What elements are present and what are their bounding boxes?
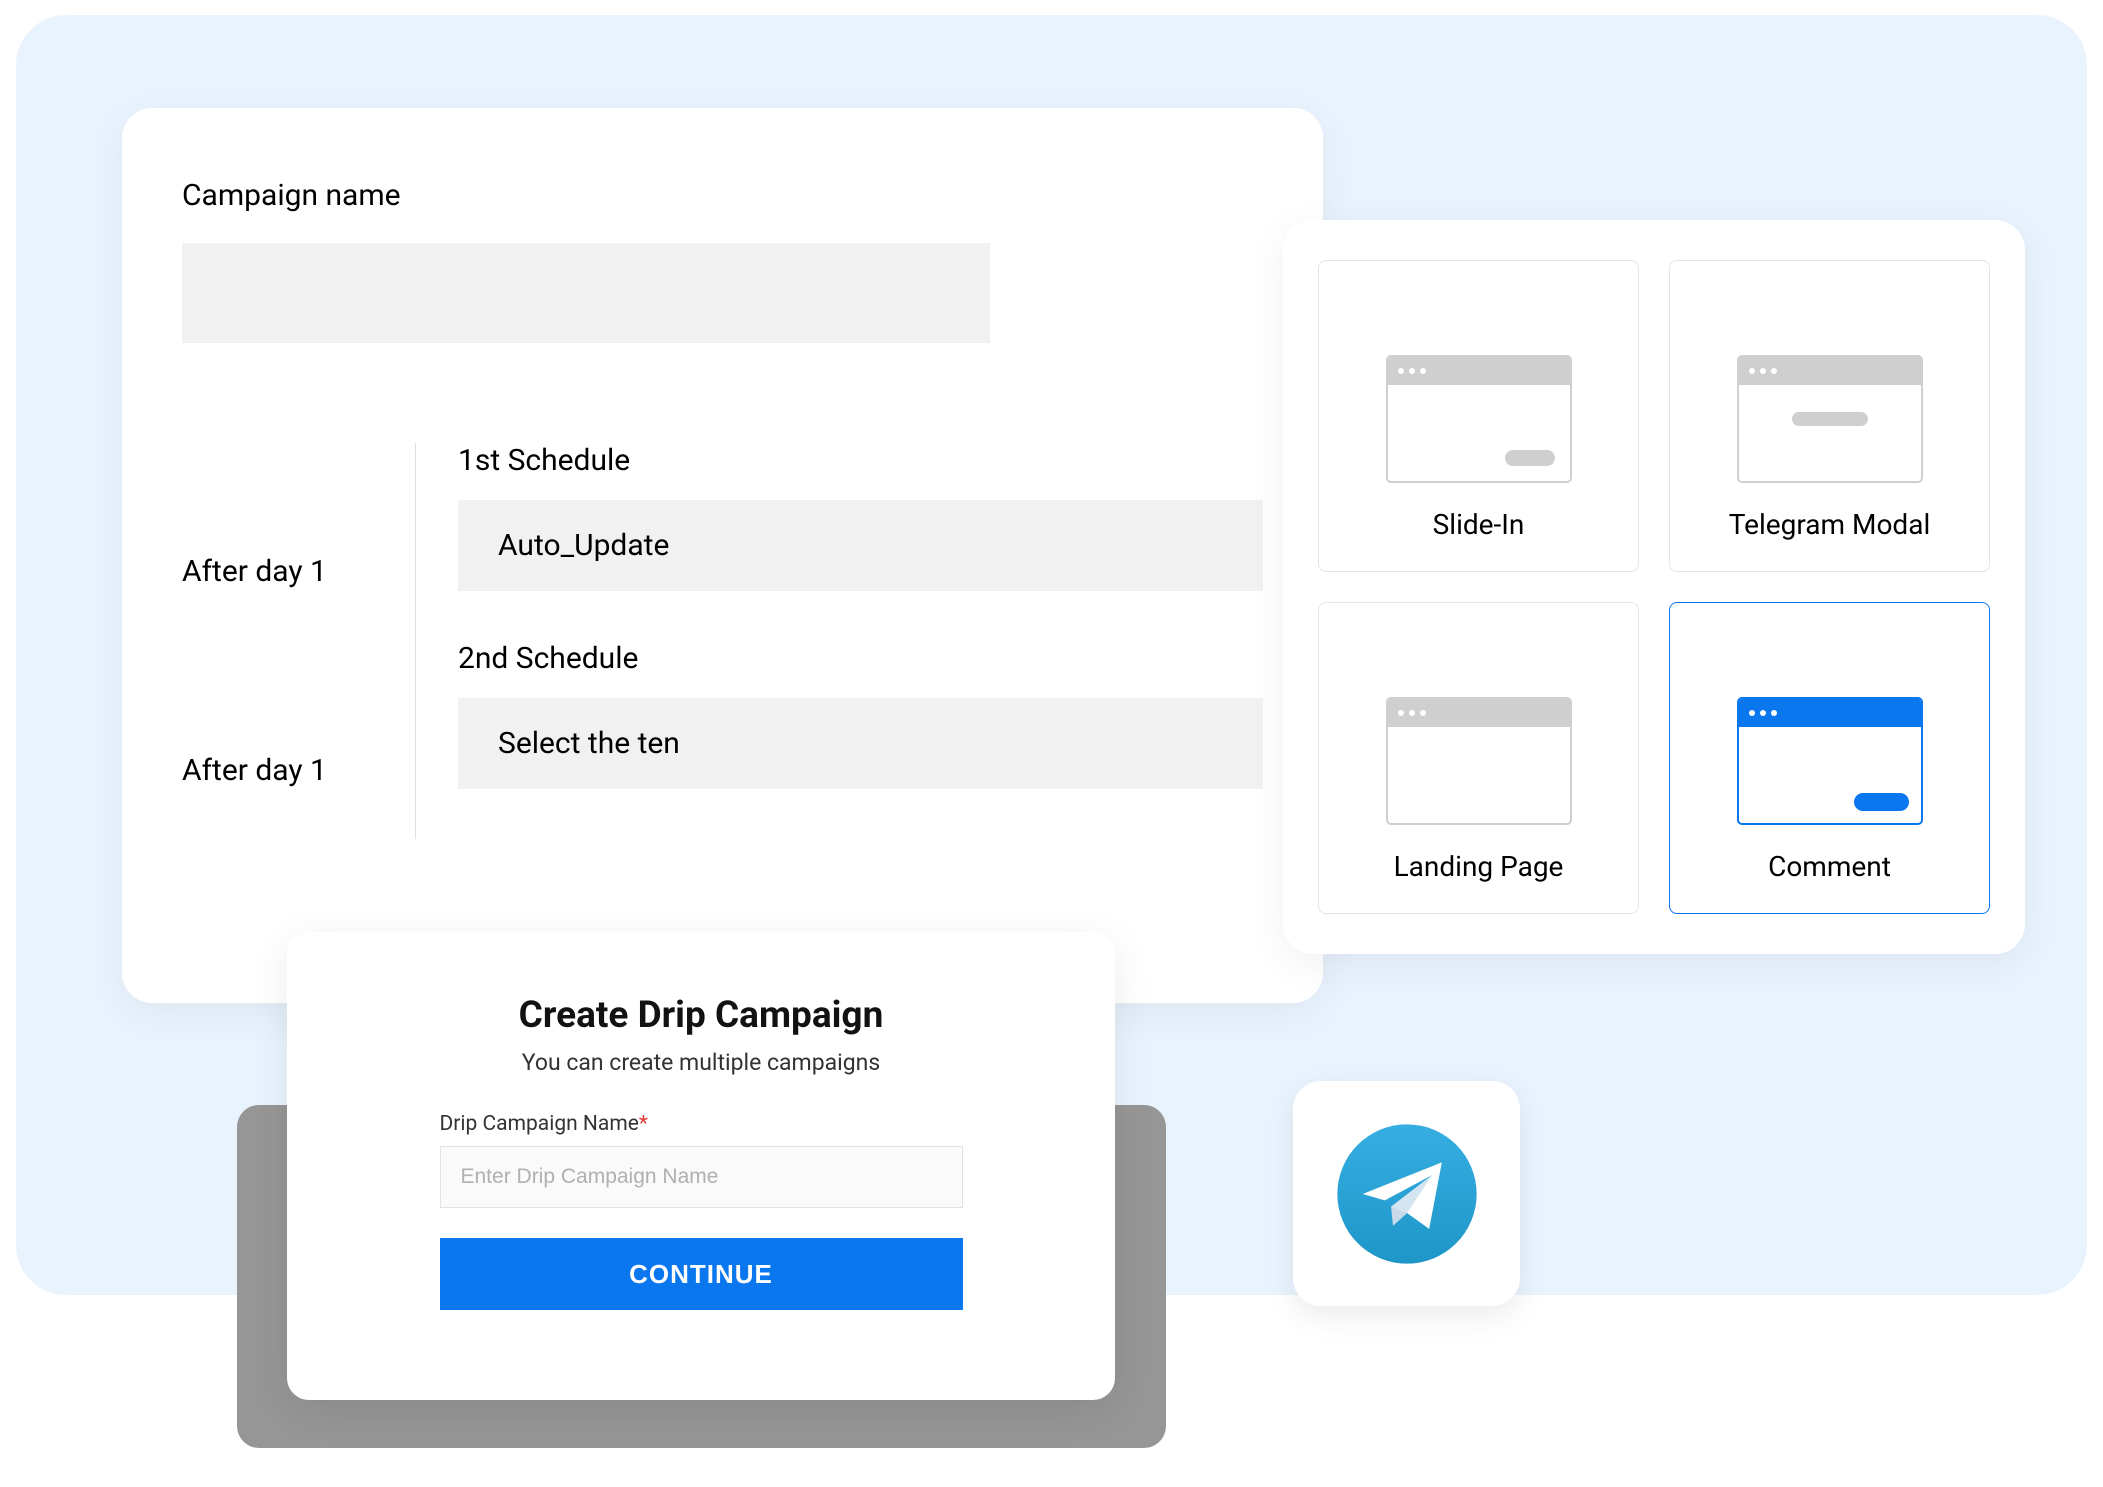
schedule-right-column: 1st Schedule Auto_Update 2nd Schedule Se… (415, 443, 1263, 839)
telegram-icon (1331, 1118, 1483, 1270)
thumb-header (1388, 699, 1570, 727)
template-label: Slide-In (1433, 508, 1525, 541)
continue-button[interactable]: CONTINUE (440, 1238, 963, 1310)
schedules-section: After day 1 After day 1 1st Schedule Aut… (182, 443, 1263, 839)
schedule-block-1: 1st Schedule Auto_Update (458, 443, 1263, 591)
thumb-slide-in-pill (1505, 450, 1555, 466)
schedule-value-2[interactable]: Select the ten (458, 698, 1263, 789)
schedule-left-column: After day 1 After day 1 (182, 443, 415, 839)
after-day-label-1: After day 1 (182, 507, 390, 637)
campaign-name-input[interactable] (182, 243, 990, 343)
template-thumb (1737, 355, 1923, 483)
drip-modal-title: Create Drip Campaign (387, 994, 1015, 1037)
template-label: Comment (1768, 850, 1891, 883)
required-marker: * (639, 1112, 648, 1136)
campaign-name-label: Campaign name (182, 178, 1263, 213)
templates-panel: Slide-In Telegram Modal Landing Page Com… (1283, 220, 2025, 954)
template-label: Landing Page (1394, 850, 1564, 883)
template-thumb (1737, 697, 1923, 825)
after-day-label-2: After day 1 (182, 706, 390, 836)
create-drip-modal: Create Drip Campaign You can create mult… (287, 932, 1115, 1400)
drip-modal-subtitle: You can create multiple campaigns (387, 1049, 1015, 1076)
thumb-header (1739, 357, 1921, 385)
schedule-title-2: 2nd Schedule (458, 641, 1263, 676)
drip-form: Drip Campaign Name* (440, 1112, 963, 1238)
thumb-header (1388, 357, 1570, 385)
template-thumb (1386, 355, 1572, 483)
drip-field-label-text: Drip Campaign Name (440, 1112, 639, 1136)
schedule-title-1: 1st Schedule (458, 443, 1263, 478)
template-card-telegram-modal[interactable]: Telegram Modal (1669, 260, 1990, 572)
template-thumb (1386, 697, 1572, 825)
schedule-block-2: 2nd Schedule Select the ten (458, 641, 1263, 789)
thumb-header (1739, 699, 1921, 727)
schedule-value-1[interactable]: Auto_Update (458, 500, 1263, 591)
thumb-comment-pill (1854, 793, 1909, 811)
template-label: Telegram Modal (1729, 508, 1931, 541)
template-card-landing-page[interactable]: Landing Page (1318, 602, 1639, 914)
campaign-panel: Campaign name After day 1 After day 1 1s… (122, 108, 1323, 1003)
drip-campaign-name-input[interactable] (440, 1146, 963, 1208)
telegram-icon-card (1293, 1081, 1520, 1306)
template-card-slide-in[interactable]: Slide-In (1318, 260, 1639, 572)
template-card-comment[interactable]: Comment (1669, 602, 1990, 914)
thumb-modal-pill (1792, 412, 1868, 426)
drip-field-label: Drip Campaign Name* (440, 1112, 963, 1136)
